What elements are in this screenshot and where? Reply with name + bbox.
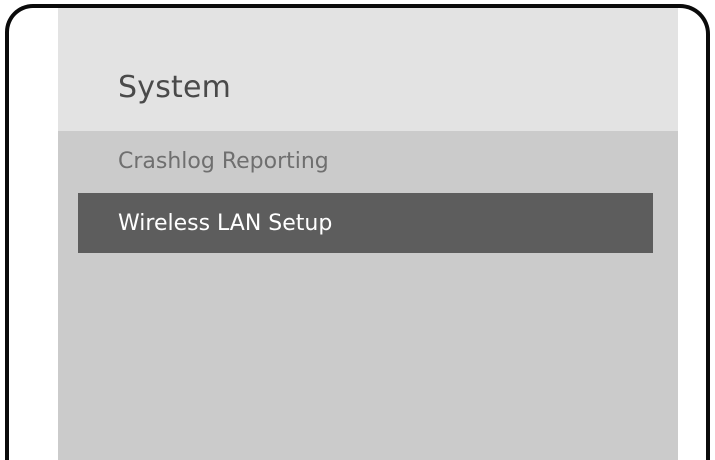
settings-panel: System Crashlog Reporting Wireless LAN S…	[58, 8, 678, 460]
menu-item-crashlog-reporting[interactable]: Crashlog Reporting	[78, 133, 653, 189]
page-title: System	[118, 70, 232, 105]
panel-header: System	[58, 8, 678, 131]
menu-item-wireless-lan-setup[interactable]: Wireless LAN Setup	[78, 193, 653, 253]
screen-frame: System Crashlog Reporting Wireless LAN S…	[5, 4, 710, 460]
